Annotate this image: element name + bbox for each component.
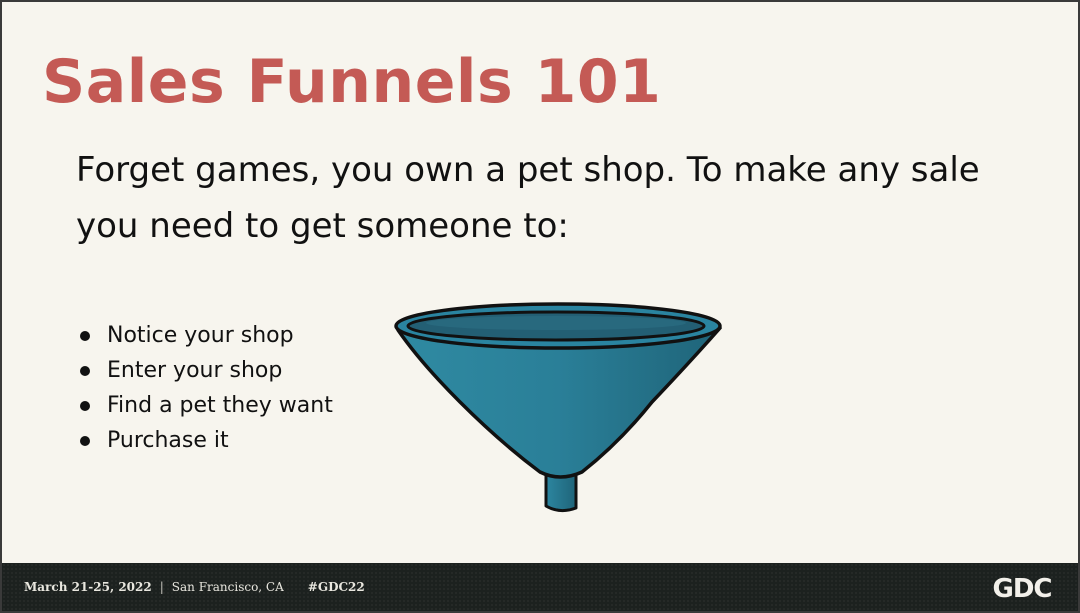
- footer-separator: |: [159, 580, 164, 594]
- list-item: Enter your shop: [76, 353, 333, 388]
- gdc-logo-text: GDC: [992, 574, 1051, 602]
- bullet-icon: [80, 435, 90, 446]
- bullet-text: Notice your shop: [107, 323, 294, 348]
- bullet-icon: [80, 330, 90, 341]
- gdc-logo-icon: GDC: [992, 574, 1052, 602]
- slide: Sales Funnels 101 Forget games, you own …: [2, 2, 1078, 611]
- bullet-list: Notice your shop Enter your shop Find a …: [76, 318, 333, 458]
- footer-info: March 21-25, 2022 | San Francisco, CA #G…: [24, 563, 365, 611]
- slide-footer: March 21-25, 2022 | San Francisco, CA #G…: [2, 563, 1078, 611]
- footer-location: San Francisco, CA: [171, 580, 284, 594]
- footer-date: March 21-25, 2022: [24, 580, 152, 594]
- bullet-text: Find a pet they want: [107, 393, 333, 418]
- bullet-text: Purchase it: [107, 428, 229, 453]
- slide-title: Sales Funnels 101: [42, 47, 662, 117]
- bullet-icon: [80, 400, 90, 411]
- slide-intro-text: Forget games, you own a pet shop. To mak…: [76, 150, 980, 246]
- footer-hashtag: #GDC22: [307, 580, 365, 594]
- bullet-icon: [80, 365, 90, 376]
- list-item: Purchase it: [76, 423, 333, 458]
- list-item: Find a pet they want: [76, 388, 333, 423]
- bullet-text: Enter your shop: [107, 358, 283, 383]
- list-item: Notice your shop: [76, 318, 333, 353]
- funnel-illustration-icon: [394, 302, 722, 513]
